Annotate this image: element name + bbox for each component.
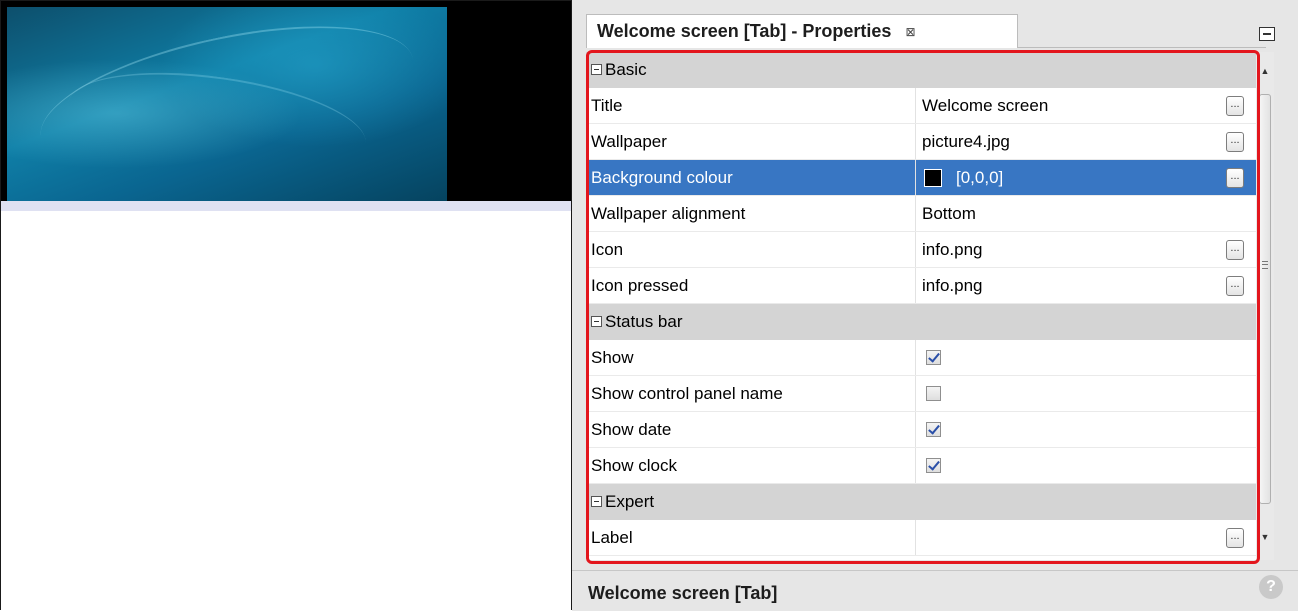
property-row-label[interactable]: Label ... <box>586 520 1256 556</box>
property-name: Show date <box>586 412 916 447</box>
property-name: Label <box>586 520 916 555</box>
property-row-wallpaper[interactable]: Wallpaper picture4.jpg ... <box>586 124 1256 160</box>
panel-tab-bar: Welcome screen [Tab] - Properties ⊠ <box>572 0 1298 50</box>
scroll-down-icon[interactable]: ▼ <box>1256 528 1274 546</box>
scroll-thumb[interactable] <box>1259 94 1271 504</box>
property-value[interactable]: ... <box>916 520 1256 555</box>
property-value-text: Welcome screen <box>922 95 1049 115</box>
collapse-icon[interactable] <box>591 316 602 327</box>
tab-properties[interactable]: Welcome screen [Tab] - Properties ⊠ <box>586 14 1018 48</box>
property-value[interactable] <box>916 412 1256 447</box>
show-date-checkbox[interactable] <box>926 422 941 437</box>
wallpaper-image <box>7 7 447 201</box>
footer-title: Welcome screen [Tab] <box>588 583 778 603</box>
property-value[interactable]: info.png ... <box>916 268 1256 303</box>
ellipsis-button[interactable]: ... <box>1226 276 1244 296</box>
property-value[interactable] <box>916 376 1256 411</box>
design-canvas[interactable] <box>0 0 572 610</box>
property-row-icon-pressed[interactable]: Icon pressed info.png ... <box>586 268 1256 304</box>
ellipsis-button[interactable]: ... <box>1226 240 1244 260</box>
ellipsis-button[interactable]: ... <box>1226 132 1244 152</box>
property-name: Title <box>586 88 916 123</box>
minimize-icon[interactable] <box>1259 27 1275 41</box>
ellipsis-button[interactable]: ... <box>1226 528 1244 548</box>
property-name: Show clock <box>586 448 916 483</box>
property-value[interactable]: Welcome screen ... <box>916 88 1256 123</box>
property-name: Icon pressed <box>586 268 916 303</box>
property-value-text: picture4.jpg <box>922 131 1010 151</box>
properties-panel: Welcome screen [Tab] - Properties ⊠ Basi… <box>572 0 1298 611</box>
collapse-icon[interactable] <box>591 64 602 75</box>
property-name: Icon <box>586 232 916 267</box>
category-basic[interactable]: Basic <box>586 52 1256 88</box>
color-swatch <box>924 168 942 187</box>
category-expert[interactable]: Expert <box>586 484 1256 520</box>
property-row-show-control-panel-name[interactable]: Show control panel name <box>586 376 1256 412</box>
ellipsis-button[interactable]: ... <box>1226 96 1244 116</box>
tab-underline <box>1018 47 1266 48</box>
property-row-show[interactable]: Show <box>586 340 1256 376</box>
property-name: Background colour <box>586 160 916 195</box>
property-row-show-date[interactable]: Show date <box>586 412 1256 448</box>
tab-title: Welcome screen [Tab] - Properties <box>597 21 892 41</box>
property-value-text: Bottom <box>922 203 976 223</box>
property-name: Wallpaper <box>586 124 916 159</box>
category-label: Expert <box>605 491 655 511</box>
property-value[interactable]: info.png ... <box>916 232 1256 267</box>
property-value[interactable]: picture4.jpg ... <box>916 124 1256 159</box>
property-row-icon[interactable]: Icon info.png ... <box>586 232 1256 268</box>
property-row-show-clock[interactable]: Show clock <box>586 448 1256 484</box>
property-value-text: info.png <box>922 275 983 295</box>
show-clock-checkbox[interactable] <box>926 458 941 473</box>
wallpaper-area <box>1 1 571 201</box>
scroll-up-icon[interactable]: ▲ <box>1256 62 1274 80</box>
property-value-text: [0,0,0] <box>956 167 1004 187</box>
property-name: Wallpaper alignment <box>586 196 916 231</box>
property-value[interactable] <box>916 340 1256 375</box>
property-name: Show <box>586 340 916 375</box>
property-value-text: info.png <box>922 239 983 259</box>
show-checkbox[interactable] <box>926 350 941 365</box>
canvas-separator <box>1 201 571 211</box>
property-row-background-colour[interactable]: Background colour [0,0,0] ... <box>586 160 1256 196</box>
ellipsis-button[interactable]: ... <box>1226 168 1244 188</box>
category-label: Basic <box>605 59 647 79</box>
property-row-title[interactable]: Title Welcome screen ... <box>586 88 1256 124</box>
property-grid: Basic Title Welcome screen ... Wallpaper… <box>586 52 1256 560</box>
close-icon[interactable]: ⊠ <box>905 25 915 39</box>
description-footer: Welcome screen [Tab] ? <box>572 570 1298 611</box>
property-value[interactable]: Bottom <box>916 196 1256 231</box>
property-name: Show control panel name <box>586 376 916 411</box>
collapse-icon[interactable] <box>591 496 602 507</box>
property-value[interactable]: [0,0,0] ... <box>916 160 1256 195</box>
category-status-bar[interactable]: Status bar <box>586 304 1256 340</box>
property-value[interactable] <box>916 448 1256 483</box>
property-row-wallpaper-alignment[interactable]: Wallpaper alignment Bottom <box>586 196 1256 232</box>
vertical-scrollbar[interactable]: ▲ ▼ <box>1256 52 1274 560</box>
show-control-panel-name-checkbox[interactable] <box>926 386 941 401</box>
help-icon[interactable]: ? <box>1259 575 1283 599</box>
category-label: Status bar <box>605 311 683 331</box>
grip-icon <box>1262 261 1268 269</box>
